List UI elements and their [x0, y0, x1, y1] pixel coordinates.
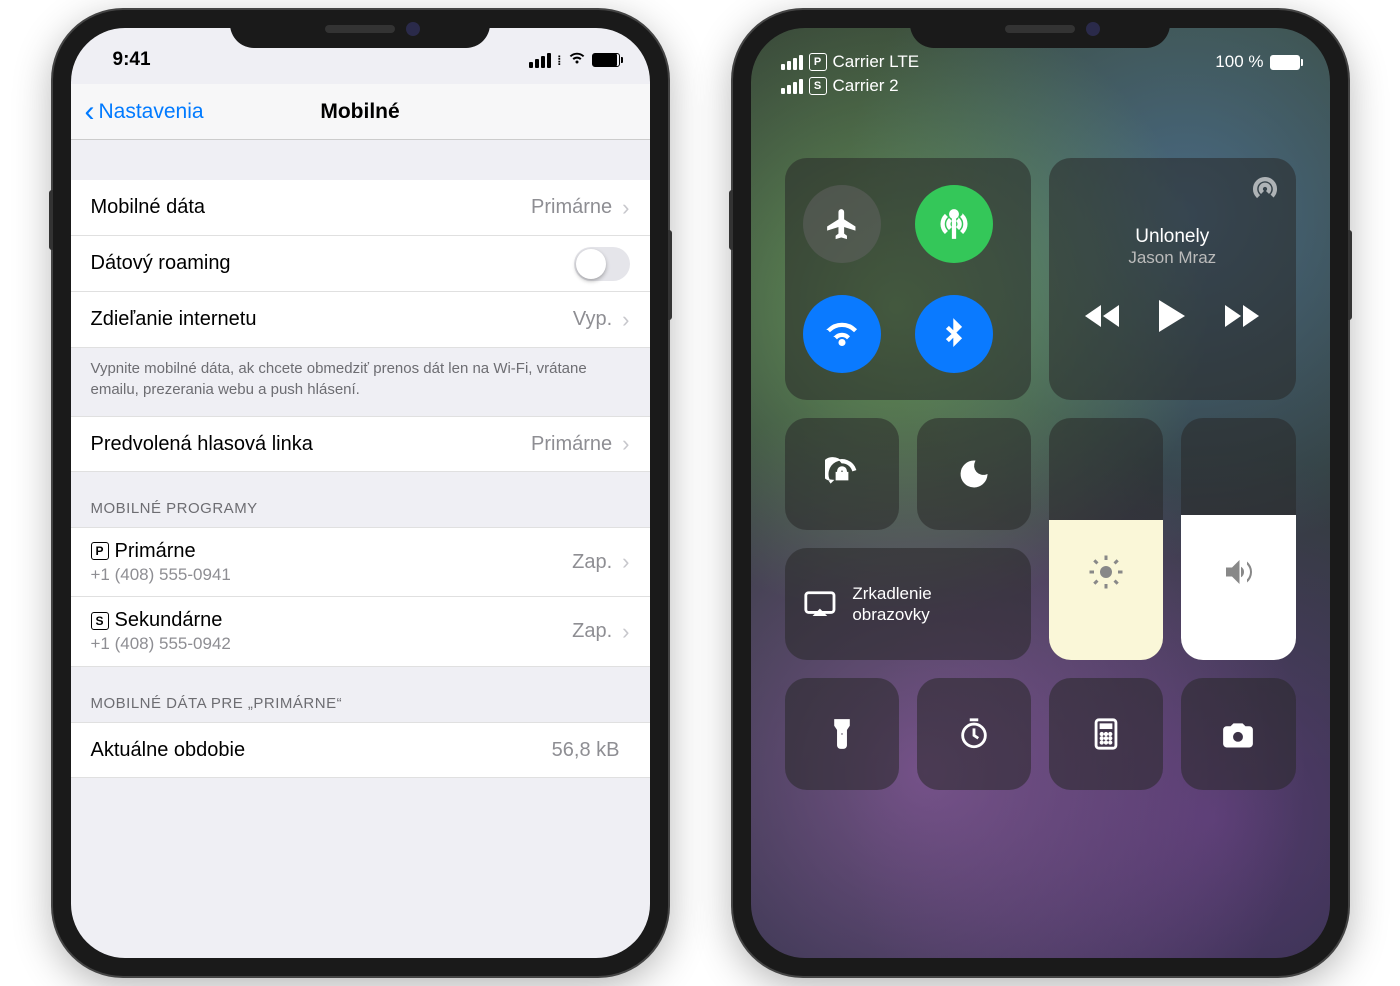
flashlight-button[interactable] — [785, 678, 899, 790]
now-playing-tile[interactable]: Unlonely Jason Mraz — [1049, 158, 1296, 400]
row-personal-hotspot[interactable]: Zdieľanie internetu Vyp. › — [71, 292, 650, 348]
carrier-label-2: Carrier 2 — [833, 76, 899, 96]
row-cellular-data[interactable]: Mobilné dáta Primárne › — [71, 180, 650, 236]
airplay-icon — [1248, 172, 1282, 211]
row-data-roaming[interactable]: Dátový roaming — [71, 236, 650, 292]
label: Predvolená hlasová linka — [91, 433, 532, 456]
plan-label: Sekundárne — [115, 609, 223, 632]
chevron-right-icon: › — [622, 195, 629, 221]
label: Dátový roaming — [91, 252, 574, 275]
row-default-voice-line[interactable]: Predvolená hlasová linka Primárne › — [71, 416, 650, 472]
camera-icon — [1221, 717, 1255, 751]
sim-badge-icon: S — [809, 77, 827, 95]
screen-mirror-icon — [803, 587, 837, 621]
plan-state: Zap. — [572, 551, 612, 574]
wifi-button[interactable] — [803, 295, 881, 373]
lock-rotation-icon — [825, 457, 859, 491]
airplane-icon — [825, 207, 859, 241]
plan-state: Zap. — [572, 620, 612, 643]
section-footnote: Vypnite mobilné dáta, ak chcete obmedziť… — [71, 348, 650, 416]
next-button[interactable] — [1225, 305, 1259, 327]
carrier-label-1: Carrier LTE — [833, 52, 920, 72]
flashlight-icon — [825, 717, 859, 751]
plan-label: Primárne — [115, 540, 196, 563]
signal-icon — [529, 53, 551, 68]
media-title: Unlonely — [1128, 226, 1216, 248]
moon-icon — [957, 457, 991, 491]
timer-button[interactable] — [917, 678, 1031, 790]
camera-button[interactable] — [1181, 678, 1295, 790]
mirror-label: Zrkadlenie obrazovky — [852, 583, 1013, 626]
bluetooth-button[interactable] — [915, 295, 993, 373]
section-header-usage: MOBILNÉ DÁTA PRE „PRIMÁRNE“ — [71, 667, 650, 722]
signal-icon — [781, 79, 803, 94]
airplane-mode-button[interactable] — [803, 185, 881, 263]
row-plan-secondary[interactable]: S Sekundárne +1 (408) 555-0942 Zap. › — [71, 597, 650, 667]
notch — [910, 10, 1170, 48]
section-header-plans: MOBILNÉ PROGRAMY — [71, 472, 650, 527]
chevron-right-icon: › — [622, 307, 629, 333]
label: Mobilné dáta — [91, 196, 532, 219]
chevron-right-icon: › — [622, 549, 629, 575]
signal-icon — [781, 55, 803, 70]
status-time: 9:41 — [101, 49, 367, 71]
orientation-lock-button[interactable] — [785, 418, 899, 530]
antenna-icon — [937, 207, 971, 241]
chevron-right-icon: › — [622, 431, 629, 457]
do-not-disturb-button[interactable] — [917, 418, 1031, 530]
plan-number: +1 (408) 555-0942 — [91, 634, 573, 654]
row-plan-primary[interactable]: P Primárne +1 (408) 555-0941 Zap. › — [71, 527, 650, 597]
previous-button[interactable] — [1085, 305, 1119, 327]
page-title: Mobilné — [320, 100, 399, 124]
sim-badge-icon: P — [91, 542, 109, 560]
chevron-left-icon: ‹ — [85, 97, 95, 127]
plan-number: +1 (408) 555-0941 — [91, 565, 573, 585]
calculator-icon — [1089, 717, 1123, 751]
phone-control-center: P Carrier LTE 100 % S Carrier 2 — [733, 10, 1348, 976]
battery-icon — [592, 53, 620, 67]
control-center-grid: Unlonely Jason Mraz — [751, 158, 1330, 790]
phone-settings: 9:41 ⁞ ‹ Nastavenia Mobilné Mobilné dáta… — [53, 10, 668, 976]
wifi-icon — [825, 317, 859, 351]
sim-badge-icon: P — [809, 53, 827, 71]
timer-icon — [957, 717, 991, 751]
volume-icon — [1220, 554, 1256, 590]
notch — [230, 10, 490, 48]
cellular-button[interactable] — [915, 185, 993, 263]
value: 56,8 kB — [552, 739, 620, 762]
wifi-icon — [568, 51, 586, 70]
bluetooth-icon — [937, 317, 971, 351]
battery-icon — [1270, 55, 1300, 70]
value: Primárne — [531, 433, 612, 456]
label: Aktuálne obdobie — [91, 739, 552, 762]
play-button[interactable] — [1159, 300, 1185, 332]
value: Primárne — [531, 196, 612, 219]
dual-sim-icon: ⁞ — [557, 53, 561, 68]
screen-mirroring-button[interactable]: Zrkadlenie obrazovky — [785, 548, 1032, 660]
media-artist: Jason Mraz — [1128, 248, 1216, 268]
battery-percent: 100 % — [1215, 52, 1263, 72]
back-label: Nastavenia — [99, 100, 204, 124]
chevron-right-icon: › — [622, 619, 629, 645]
sim-badge-icon: S — [91, 612, 109, 630]
back-button[interactable]: ‹ Nastavenia — [85, 97, 204, 127]
value: Vyp. — [573, 308, 612, 331]
connectivity-tile[interactable] — [785, 158, 1032, 400]
navigation-bar: ‹ Nastavenia Mobilné — [71, 84, 650, 140]
brightness-icon — [1088, 554, 1124, 590]
row-current-period[interactable]: Aktuálne obdobie 56,8 kB — [71, 722, 650, 778]
brightness-slider[interactable] — [1049, 418, 1163, 660]
volume-slider[interactable] — [1181, 418, 1295, 660]
toggle-off[interactable] — [574, 247, 630, 281]
label: Zdieľanie internetu — [91, 308, 573, 331]
calculator-button[interactable] — [1049, 678, 1163, 790]
